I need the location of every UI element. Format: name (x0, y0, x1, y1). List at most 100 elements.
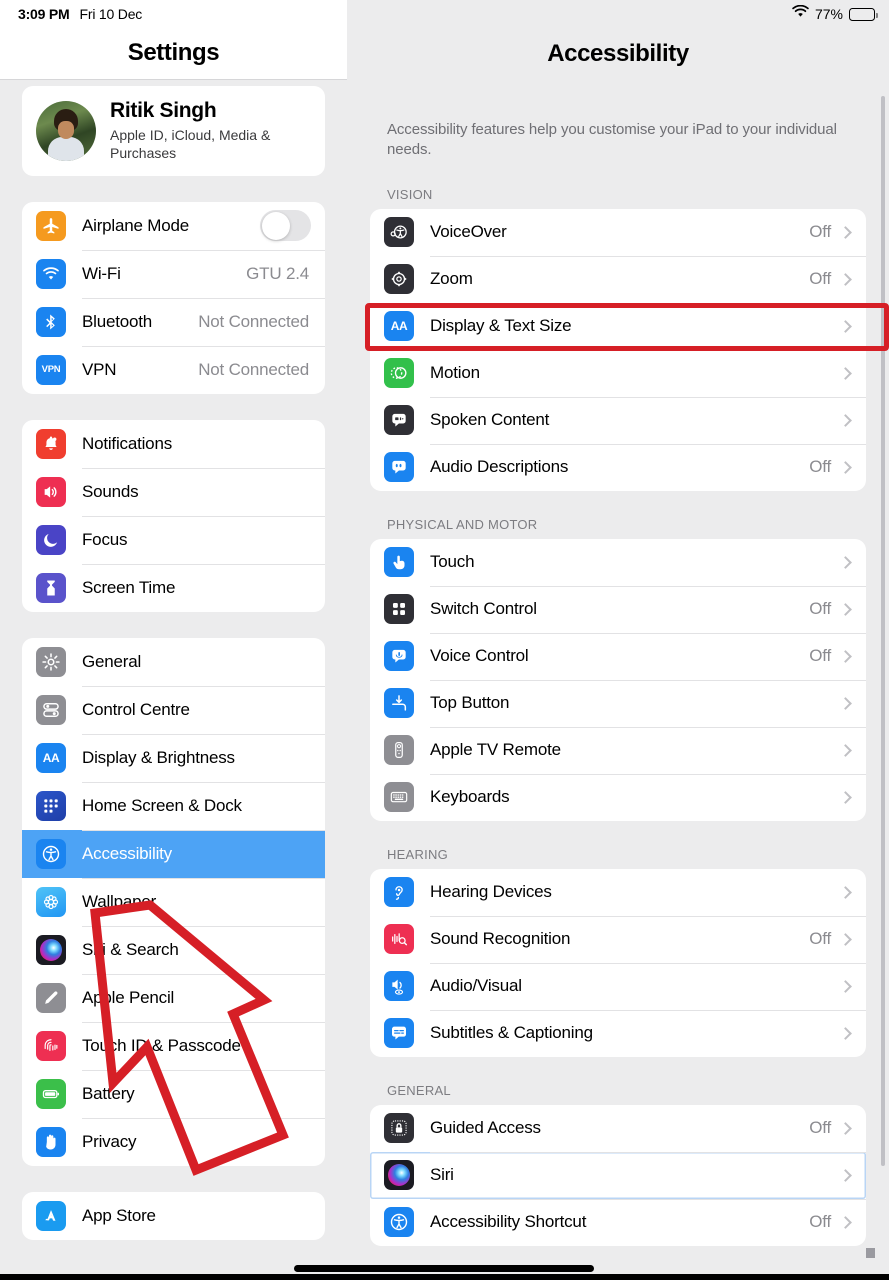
chevron-right-icon (839, 1121, 852, 1135)
audio-descriptions-icon (384, 452, 414, 482)
airplane-mode-toggle[interactable] (260, 210, 311, 242)
status-bar-left: 3:09 PM Fri 10 Dec (18, 0, 142, 28)
switch-control-icon (384, 594, 414, 624)
sidebar-scroll-area[interactable]: Ritik Singh Apple ID, iCloud, Media & Pu… (0, 80, 347, 1280)
sidebar-item-apple-id[interactable]: Ritik Singh Apple ID, iCloud, Media & Pu… (22, 86, 325, 176)
accessibility-row-value: Off (809, 599, 831, 618)
accessibility-row-top-button[interactable]: Top Button (370, 679, 866, 727)
sidebar-group-3: App Store (22, 1191, 325, 1240)
sidebar-item-label: Sounds (82, 481, 139, 501)
touch-icon (384, 547, 414, 577)
sidebar-item-screen-time[interactable]: Screen Time (22, 563, 325, 612)
accessibility-row-audio-visual[interactable]: Audio/Visual (370, 962, 866, 1010)
section-header-vision: VISION (387, 186, 433, 202)
sidebar-item-label: Focus (82, 529, 128, 549)
sidebar-item-siri-search[interactable]: Siri & Search (22, 925, 325, 974)
accessibility-row-hearing-devices[interactable]: Hearing Devices (370, 869, 866, 916)
chevron-right-icon (839, 932, 852, 946)
accessibility-row-audio-descriptions[interactable]: Audio Descriptions Off (370, 443, 866, 491)
sidebar-item-wi-fi[interactable]: Wi-Fi GTU 2.4 (22, 249, 325, 298)
detail-intro-text: Accessibility features help you customis… (387, 121, 837, 159)
avatar (36, 100, 96, 161)
accessibility-row-label: Top Button (430, 693, 510, 712)
sidebar-item-privacy[interactable]: Privacy (22, 1117, 325, 1166)
sidebar-item-control-centre[interactable]: Control Centre (22, 685, 325, 734)
sidebar-item-general[interactable]: General (22, 638, 325, 686)
accessibility-row-motion[interactable]: Motion (370, 349, 866, 397)
gear-icon (36, 646, 66, 677)
account-group: Ritik Singh Apple ID, iCloud, Media & Pu… (22, 86, 325, 176)
audio-visual-icon (384, 971, 414, 1001)
sidebar-item-label: Privacy (82, 1131, 137, 1151)
detail-scroll-area[interactable]: Accessibility features help you customis… (347, 80, 889, 1280)
status-bar-right: 77% (792, 0, 878, 28)
accessibility-row-spoken-content[interactable]: Spoken Content (370, 396, 866, 444)
homescreen-icon (36, 790, 66, 821)
apple-tv-remote-icon (384, 735, 414, 765)
sidebar-item-label: Touch ID & Passcode (82, 1035, 241, 1055)
sidebar-item-wallpaper[interactable]: Wallpaper (22, 877, 325, 926)
sidebar-item-app-store[interactable]: App Store (22, 1192, 325, 1240)
accessibility-row-accessibility-shortcut[interactable]: Accessibility Shortcut Off (370, 1198, 866, 1246)
accessibility-row-value: Off (809, 1212, 831, 1231)
wifi-icon (36, 258, 66, 289)
detail-group-1: Touch Switch Control Off Voice Control Off To… (370, 538, 866, 821)
sidebar-groups: Airplane Mode Wi-Fi GTU 2.4 Bluetooth Not Co… (0, 201, 347, 1240)
siri-icon (36, 934, 66, 965)
corner-badge (866, 1248, 875, 1258)
fingerprint-icon (36, 1030, 66, 1061)
sidebar-item-touch-id-passcode[interactable]: Touch ID & Passcode (22, 1021, 325, 1070)
captioning-icon (384, 1018, 414, 1048)
home-indicator[interactable] (294, 1265, 594, 1272)
sidebar-item-airplane-mode[interactable]: Airplane Mode (22, 202, 325, 250)
sidebar-item-value: Not Connected (198, 311, 309, 331)
sidebar-item-label: Home Screen & Dock (82, 795, 242, 815)
accessibility-row-zoom[interactable]: Zoom Off (370, 255, 866, 303)
accessibility-row-label: Sound Recognition (430, 929, 571, 948)
accessibility-row-keyboards[interactable]: Keyboards (370, 773, 866, 821)
sidebar-item-notifications[interactable]: Notifications (22, 420, 325, 468)
sidebar-item-home-screen-dock[interactable]: Home Screen & Dock (22, 781, 325, 830)
accessibility-row-display-text-size[interactable]: AA Display & Text Size (370, 302, 866, 350)
chevron-right-icon (839, 743, 852, 757)
sidebar-title: Settings (127, 39, 220, 66)
sidebar-item-vpn[interactable]: VPN VPN Not Connected (22, 345, 325, 394)
wallpaper-icon (36, 886, 66, 917)
sidebar-item-accessibility[interactable]: Accessibility (22, 829, 325, 878)
accessibility-row-guided-access[interactable]: Guided Access Off (370, 1105, 866, 1152)
sidebar-item-display-brightness[interactable]: AA Display & Brightness (22, 733, 325, 782)
accessibility-row-voiceover[interactable]: VoiceOver Off (370, 209, 866, 256)
sidebar-item-apple-pencil[interactable]: Apple Pencil (22, 973, 325, 1022)
vpn-icon: VPN (36, 354, 66, 385)
sidebar-item-focus[interactable]: Focus (22, 515, 325, 564)
accessibility-row-apple-tv-remote[interactable]: Apple TV Remote (370, 726, 866, 774)
sidebar-item-bluetooth[interactable]: Bluetooth Not Connected (22, 297, 325, 346)
accessibility-row-value: Off (809, 222, 831, 241)
airplane-icon (36, 210, 66, 241)
sound-recognition-icon (384, 924, 414, 954)
accessibility-row-label: Motion (430, 363, 480, 382)
chevron-right-icon (839, 602, 852, 616)
accessibility-row-touch[interactable]: Touch (370, 539, 866, 586)
accessibility-row-switch-control[interactable]: Switch Control Off (370, 585, 866, 633)
vertical-scrollbar[interactable] (881, 96, 885, 1166)
sidebar-item-battery[interactable]: Battery (22, 1069, 325, 1118)
sidebar-item-label: Display & Brightness (82, 747, 235, 767)
aa-icon: AA (36, 742, 66, 773)
accessibility-row-label: Voice Control (430, 646, 529, 665)
sidebar-item-sounds[interactable]: Sounds (22, 467, 325, 516)
sidebar-group-2: General Control Centre AA Display & Brightn… (22, 637, 325, 1166)
accessibility-row-subtitles-captioning[interactable]: Subtitles & Captioning (370, 1009, 866, 1057)
accessibility-row-siri[interactable]: Siri (370, 1151, 866, 1199)
accessibility-row-sound-recognition[interactable]: Sound Recognition Off (370, 915, 866, 963)
status-bar: 3:09 PM Fri 10 Dec 77% (0, 0, 889, 28)
ear-icon (384, 877, 414, 907)
voice-control-icon (384, 641, 414, 671)
battery-icon (36, 1078, 66, 1109)
siri-icon (384, 1160, 414, 1190)
accessibility-row-label: VoiceOver (430, 222, 507, 241)
status-date: Fri 10 Dec (79, 6, 143, 22)
accessibility-row-voice-control[interactable]: Voice Control Off (370, 632, 866, 680)
accessibility-row-label: Audio Descriptions (430, 457, 569, 476)
sidebar-item-label: Accessibility (82, 843, 172, 863)
